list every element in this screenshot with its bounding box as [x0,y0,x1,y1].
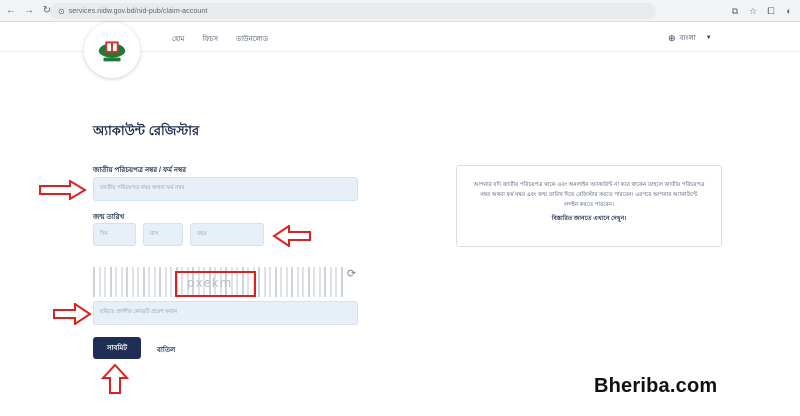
captcha-stripe [324,267,326,297]
captcha-stripe [335,267,337,297]
captcha-stripe [126,267,128,297]
nid-input[interactable]: জাতীয় পরিচয়পত্র নম্বর অথবা ফর্ম নম্বর [93,177,358,201]
dob-year-input[interactable]: বছর [190,223,264,246]
captcha-stripe [302,267,304,297]
address-bar[interactable]: ⊙ services.nidw.gov.bd/nid-pub/claim-acc… [50,3,656,19]
captcha-stripe [164,267,167,297]
logo-emblem-icon [94,32,130,68]
nav-item-home[interactable]: হোম [172,33,184,45]
captcha-stripe [159,267,161,297]
nid-label: জাতীয় পরিচয়পত্র নম্বর / ফর্ম নম্বর [93,167,187,174]
translate-icon[interactable]: ⧉ [728,3,742,19]
arrow-up-icon [101,363,129,394]
captcha-stripe [148,267,150,297]
captcha-stripe [104,267,106,297]
bookmark-star-icon[interactable]: ☆ [746,3,760,19]
info-box: আপনার যদি জাতীয় পরিচয়পত্র থাকে এবং অনল… [456,165,722,247]
captcha-stripe [307,267,310,297]
captcha-highlight-box [175,271,256,297]
captcha-stripe [269,267,271,297]
language-selector[interactable]: ⊕ বাংলা ▼ [668,32,712,44]
captcha-input-placeholder: ছবিতে প্রদর্শিত কোডটি প্রবেশ করান [100,309,178,315]
nid-input-placeholder: জাতীয় পরিচয়পত্র নম্বর অথবা ফর্ম নম্বর [100,185,185,191]
address-bar-url: services.nidw.gov.bd/nid-pub/claim-accou… [68,7,208,15]
main-nav: হোম ফিচস ডাউনলোড [172,33,268,45]
dob-month-placeholder: মাস [150,230,159,237]
dob-label: জন্ম তারিখ [93,214,125,221]
browser-toolbar: ← → ↻ ⊙ services.nidw.gov.bd/nid-pub/cla… [0,0,800,22]
captcha-stripe [153,267,156,297]
globe-icon: ⊕ [668,32,676,43]
submit-button[interactable]: সাবমিট [93,337,141,359]
captcha-stripe [280,267,282,297]
arrow-right-icon [39,180,87,200]
info-text: আপনার যদি জাতীয় পরিচয়পত্র থাকে এবং অনল… [473,182,705,208]
extensions-icon[interactable]: ⧠ [764,3,778,19]
captcha-stripe [120,267,123,297]
captcha-stripe [131,267,134,297]
dob-month-input[interactable]: মাস [143,223,183,246]
captcha-stripe [285,267,288,297]
forward-icon[interactable]: → [22,4,36,18]
captcha-stripe [93,267,95,297]
arrow-right-icon [53,303,92,325]
captcha-stripe [98,267,101,297]
nav-item-features[interactable]: ফিচস [202,33,218,45]
captcha-stripe [340,267,343,297]
dob-day-input[interactable]: দিন [93,223,136,246]
dob-year-placeholder: বছর [197,230,207,237]
captcha-stripe [313,267,315,297]
captcha-stripe [274,267,277,297]
captcha-stripe [296,267,299,297]
cancel-button[interactable]: বাতিল [157,344,175,356]
language-label: বাংলা [679,35,696,42]
profile-icon[interactable]: ◐ [782,3,796,19]
captcha-stripe [318,267,321,297]
captcha-stripe [329,267,332,297]
nav-item-download[interactable]: ডাউনলোড [236,33,268,45]
page-title: অ্যাকাউন্ট রেজিস্টার [93,123,200,138]
captcha-input[interactable]: ছবিতে প্রদর্শিত কোডটি প্রবেশ করান [93,301,358,325]
back-icon[interactable]: ← [4,4,18,18]
captcha-stripe [137,267,139,297]
captcha-stripe [109,267,112,297]
captcha-stripe [115,267,117,297]
captcha-stripe [263,267,266,297]
captcha-stripe [170,267,172,297]
site-info-icon[interactable]: ⊙ [58,7,65,16]
captcha-stripe [142,267,145,297]
chevron-down-icon: ▼ [705,35,712,41]
captcha-stripe [291,267,293,297]
election-commission-logo[interactable] [84,22,140,78]
dob-day-placeholder: দিন [100,230,108,237]
arrow-left-icon [272,225,311,247]
details-link[interactable]: বিস্তারিত জানতে এখানে দেখুন। [473,213,705,224]
watermark: Bheriba.com [594,375,718,397]
refresh-captcha-icon[interactable]: ⟳ [347,267,356,280]
captcha-stripe [258,267,260,297]
